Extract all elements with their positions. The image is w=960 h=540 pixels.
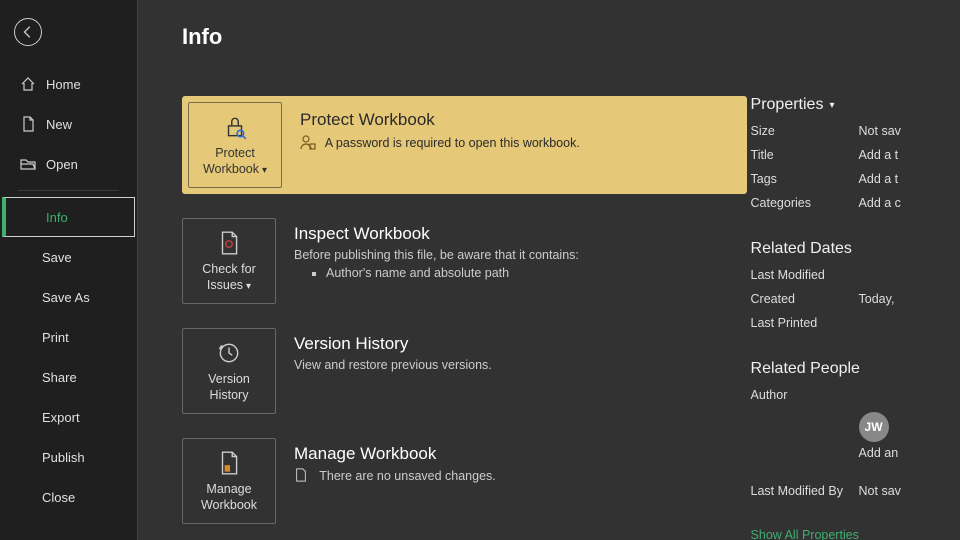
block-desc: There are no unsaved changes. xyxy=(294,468,496,485)
last-modified-by-label: Last Modified By xyxy=(751,484,859,508)
nav-print[interactable]: Print xyxy=(0,317,137,357)
manage-workbook-button[interactable]: Manage Workbook xyxy=(182,438,276,524)
version-history-block: Version History Version History View and… xyxy=(182,328,751,414)
nav-label: Save xyxy=(42,250,72,265)
document-icon xyxy=(294,468,310,485)
tile-label: Manage xyxy=(206,482,251,496)
prop-tags-value[interactable]: Add a t xyxy=(859,172,899,196)
nav-home[interactable]: Home xyxy=(0,64,137,104)
nav-label: New xyxy=(46,117,72,132)
tile-label: Issues xyxy=(207,278,243,292)
block-desc: View and restore previous versions. xyxy=(294,358,492,372)
prop-tags-label: Tags xyxy=(751,172,859,196)
new-file-icon xyxy=(20,116,36,132)
nav-share[interactable]: Share xyxy=(0,357,137,397)
document-check-icon xyxy=(216,230,242,256)
prop-title-label: Title xyxy=(751,148,859,172)
nav-separator xyxy=(18,190,119,191)
nav-info[interactable]: Info xyxy=(2,197,135,237)
tile-label: Version xyxy=(208,372,250,386)
block-desc: A password is required to open this work… xyxy=(300,134,580,153)
prop-categories-label: Categories xyxy=(751,196,859,220)
nav-label: Publish xyxy=(42,450,85,465)
nav-label: Info xyxy=(46,210,68,225)
nav-close[interactable]: Close xyxy=(0,477,137,517)
nav-export[interactable]: Export xyxy=(0,397,137,437)
tile-label: Workbook xyxy=(203,162,259,176)
prop-title-value[interactable]: Add a t xyxy=(859,148,899,172)
inspect-item: Author's name and absolute path xyxy=(326,266,579,280)
avatar[interactable]: JW xyxy=(859,412,889,442)
chevron-down-icon: ▾ xyxy=(246,281,251,292)
prop-categories-value[interactable]: Add a c xyxy=(859,196,901,220)
protect-workbook-button[interactable]: Protect Workbook▾ xyxy=(188,102,282,188)
nav-label: Export xyxy=(42,410,80,425)
block-desc: Before publishing this file, be aware th… xyxy=(294,248,579,262)
last-modified-label: Last Modified xyxy=(751,268,859,292)
related-people-heading: Related People xyxy=(751,360,960,378)
last-modified-by-value: Not sav xyxy=(859,484,901,508)
document-manage-icon xyxy=(216,450,242,476)
lock-search-icon xyxy=(222,114,248,140)
nav-label: Print xyxy=(42,330,69,345)
prop-size-label: Size xyxy=(751,124,859,148)
nav-open[interactable]: Open xyxy=(0,144,137,184)
nav-new[interactable]: New xyxy=(0,104,137,144)
history-icon xyxy=(216,340,242,366)
prop-size-value: Not sav xyxy=(859,124,901,148)
nav-label: Save As xyxy=(42,290,90,305)
nav-label: Home xyxy=(46,77,81,92)
show-all-properties-link[interactable]: Show All Properties xyxy=(751,528,960,540)
tile-label: Protect xyxy=(215,146,255,160)
block-title: Protect Workbook xyxy=(300,110,580,130)
nav-publish[interactable]: Publish xyxy=(0,437,137,477)
page-title: Info xyxy=(182,24,960,50)
author-label: Author xyxy=(751,388,859,412)
nav-label: Close xyxy=(42,490,75,505)
tile-label: Check for xyxy=(202,262,256,276)
block-title: Inspect Workbook xyxy=(294,224,579,244)
manage-workbook-block: Manage Workbook Manage Workbook There ar… xyxy=(182,438,751,524)
chevron-down-icon: ▾ xyxy=(829,100,834,111)
block-title: Version History xyxy=(294,334,492,354)
right-panel: Properties ▾ SizeNot sav TitleAdd a t Ta… xyxy=(751,96,960,540)
properties-dropdown[interactable]: Properties ▾ xyxy=(751,96,960,114)
backstage-sidebar: Home New Open Info Save Save As Print Sh… xyxy=(0,0,138,540)
last-printed-label: Last Printed xyxy=(751,316,859,340)
main-pane: Info Protect Workbook▾ Protect Workbook xyxy=(138,0,960,540)
home-icon xyxy=(20,76,36,92)
chevron-down-icon: ▾ xyxy=(262,165,267,176)
tile-label: History xyxy=(210,388,249,402)
folder-open-icon xyxy=(20,156,36,172)
version-history-button[interactable]: Version History xyxy=(182,328,276,414)
related-dates-heading: Related Dates xyxy=(751,240,960,258)
created-value: Today, xyxy=(859,292,895,316)
created-label: Created xyxy=(751,292,859,316)
inspect-workbook-block: Check for Issues▾ Inspect Workbook Befor… xyxy=(182,218,751,304)
arrow-left-icon xyxy=(21,25,35,39)
check-for-issues-button[interactable]: Check for Issues▾ xyxy=(182,218,276,304)
nav-label: Share xyxy=(42,370,77,385)
block-title: Manage Workbook xyxy=(294,444,496,464)
nav-save-as[interactable]: Save As xyxy=(0,277,137,317)
nav-save[interactable]: Save xyxy=(0,237,137,277)
add-author[interactable]: Add an xyxy=(859,446,899,470)
back-button[interactable] xyxy=(14,18,42,46)
tile-label: Workbook xyxy=(201,498,257,512)
person-lock-icon xyxy=(300,134,316,153)
protect-workbook-block: Protect Workbook▾ Protect Workbook A pas… xyxy=(182,96,747,194)
nav-label: Open xyxy=(46,157,78,172)
